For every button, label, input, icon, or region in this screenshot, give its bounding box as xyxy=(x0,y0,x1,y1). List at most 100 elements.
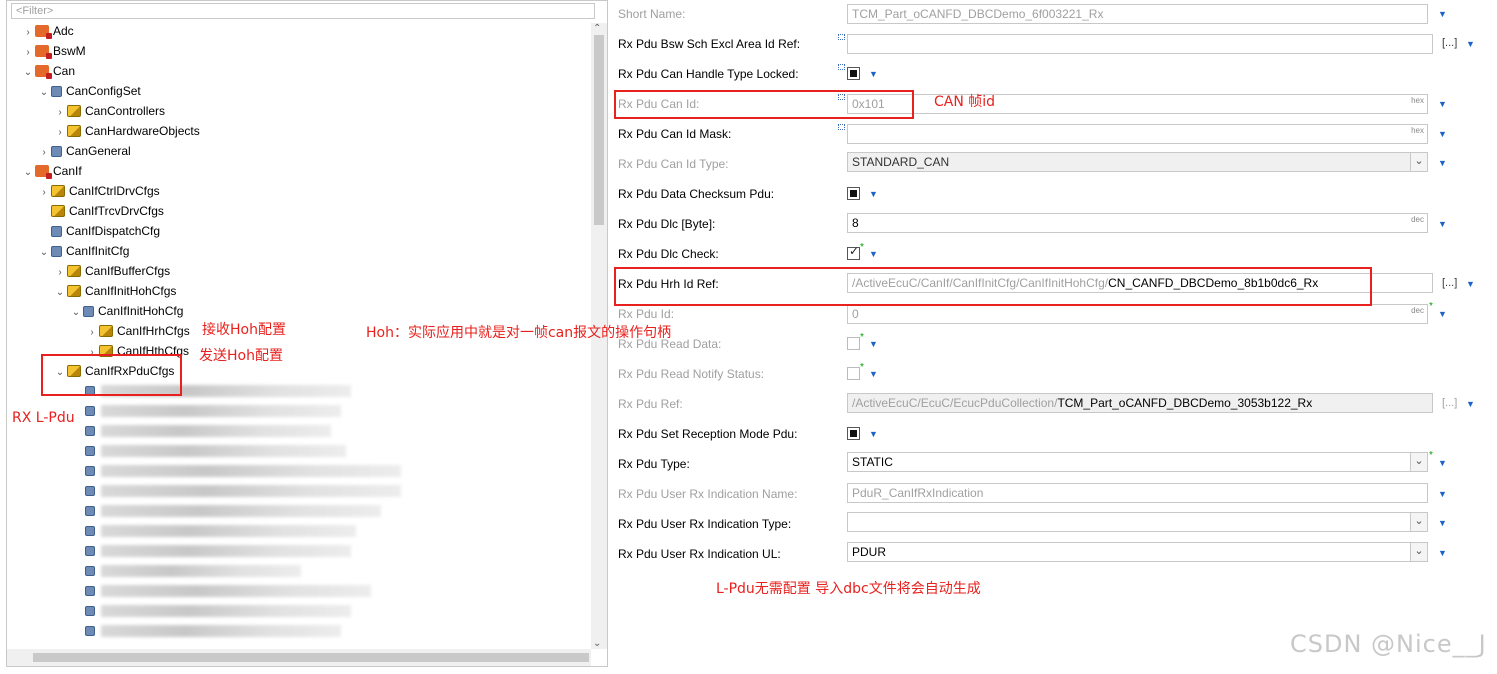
scrollbar-thumb[interactable] xyxy=(594,35,604,225)
browse-button[interactable]: [...] xyxy=(1442,35,1464,53)
prop-label-dlc-check: Rx Pdu Dlc Check: xyxy=(618,247,719,261)
dropdown-arrow-icon[interactable]: ▼ xyxy=(1438,548,1448,558)
tree-item-adc[interactable]: › Adc xyxy=(21,21,74,41)
tree-item-canifhrhcfgs[interactable]: › CanIfHrhCfgs xyxy=(85,321,189,343)
dropdown-arrow-icon[interactable]: ▼ xyxy=(1438,129,1448,139)
tree-item-canifinithohcfg[interactable]: ⌄ CanIfInitHohCfg xyxy=(69,301,184,323)
dropdown-arrow-icon[interactable]: ▼ xyxy=(869,69,879,79)
list-item[interactable] xyxy=(85,625,385,637)
collapse-arrow-icon[interactable]: ⌄ xyxy=(69,303,83,323)
dlc-field[interactable]: 8 dec xyxy=(847,213,1428,233)
browse-button[interactable]: [...] xyxy=(1442,275,1464,293)
tree-item-canhardwareobjects[interactable]: › CanHardwareObjects xyxy=(53,121,199,143)
dropdown-arrow-icon[interactable]: ▼ xyxy=(869,369,879,379)
scrollbar-thumb[interactable] xyxy=(33,653,589,662)
prop-label-pdu-ref: Rx Pdu Ref: xyxy=(618,397,683,411)
can-id-type-select[interactable]: STANDARD_CAN ⌄ xyxy=(847,152,1428,172)
tree-item-can[interactable]: ⌄ Can xyxy=(21,61,75,81)
tree-item-canif[interactable]: ⌄ CanIf xyxy=(21,161,82,181)
tree-item-canifinitcfg[interactable]: ⌄ CanIfInitCfg xyxy=(37,241,130,263)
collapse-arrow-icon[interactable]: ⌄ xyxy=(53,283,67,303)
bsw-sch-ref-field[interactable] xyxy=(847,34,1433,54)
scroll-up-icon[interactable]: ⌃ xyxy=(593,23,601,34)
module-icon xyxy=(35,165,52,179)
expand-arrow-icon[interactable]: › xyxy=(21,23,35,43)
expand-arrow-icon[interactable]: › xyxy=(21,43,35,63)
chevron-down-icon[interactable]: ⌄ xyxy=(1410,153,1427,171)
annotation-lpdu-note: L-Pdu无需配置 导入dbc文件将会自动生成 xyxy=(716,581,981,597)
expand-arrow-icon[interactable]: › xyxy=(85,323,99,343)
user-ind-type-select[interactable]: ⌄ xyxy=(847,512,1428,532)
reference-icon xyxy=(838,34,845,40)
can-id-mask-field[interactable]: hex xyxy=(847,124,1428,144)
dropdown-arrow-icon[interactable]: ▼ xyxy=(1438,458,1448,468)
dropdown-arrow-icon[interactable]: ▼ xyxy=(869,249,879,259)
dropdown-arrow-icon[interactable]: ▼ xyxy=(869,429,879,439)
list-item[interactable] xyxy=(85,425,355,437)
tree-item-cangeneral[interactable]: › CanGeneral xyxy=(37,141,130,163)
dropdown-arrow-icon[interactable]: ▼ xyxy=(869,189,879,199)
browse-button[interactable]: [...] xyxy=(1442,395,1464,413)
collapse-arrow-icon[interactable]: ⌄ xyxy=(37,83,51,103)
collapse-arrow-icon[interactable]: ⌄ xyxy=(37,243,51,263)
list-item[interactable] xyxy=(85,525,365,537)
set-reception-checkbox[interactable] xyxy=(847,427,860,440)
list-item[interactable] xyxy=(85,605,385,617)
dropdown-arrow-icon[interactable]: ▼ xyxy=(1438,9,1448,19)
dropdown-arrow-icon[interactable]: ▼ xyxy=(1466,399,1476,409)
prop-label-user-ind-name: Rx Pdu User Rx Indication Name: xyxy=(618,487,798,501)
chevron-down-icon[interactable]: ⌄ xyxy=(1410,453,1427,471)
tree-filter-input[interactable]: <Filter> xyxy=(11,3,595,19)
dropdown-arrow-icon[interactable]: ▼ xyxy=(869,339,879,349)
list-item[interactable] xyxy=(85,565,365,577)
list-item[interactable] xyxy=(85,445,355,457)
expand-arrow-icon[interactable]: › xyxy=(53,103,67,123)
list-item[interactable] xyxy=(85,545,365,557)
short-name-field[interactable]: TCM_Part_oCANFD_DBCDemo_6f003221_Rx xyxy=(847,4,1428,24)
list-item[interactable] xyxy=(85,465,405,477)
user-ind-ul-select[interactable]: PDUR ⌄ xyxy=(847,542,1428,562)
checksum-checkbox[interactable] xyxy=(847,187,860,200)
tree-item-canifdispatchcfg[interactable]: CanIfDispatchCfg xyxy=(37,221,160,241)
read-notify-checkbox[interactable] xyxy=(847,367,860,380)
pdu-ref-field[interactable]: /ActiveEcuC/EcuC/EcucPduCollection/TCM_P… xyxy=(847,393,1433,413)
pdu-type-select[interactable]: STATIC ⌄ xyxy=(847,452,1428,472)
expand-arrow-icon[interactable]: › xyxy=(37,143,51,163)
prop-label-bsw-sch: Rx Pdu Bsw Sch Excl Area Id Ref: xyxy=(618,37,801,51)
tree-item-canifbuffercfgs[interactable]: › CanIfBufferCfgs xyxy=(53,261,170,281)
collapse-arrow-icon[interactable]: ⌄ xyxy=(21,63,35,83)
read-data-checkbox[interactable] xyxy=(847,337,860,350)
tree-item-canifctrldrvcfgs[interactable]: › CanIfCtrlDrvCfgs xyxy=(37,181,159,203)
dropdown-arrow-icon[interactable]: ▼ xyxy=(1438,158,1448,168)
tree-item-label: CanControllers xyxy=(85,104,166,118)
dropdown-arrow-icon[interactable]: ▼ xyxy=(1466,39,1476,49)
dropdown-arrow-icon[interactable]: ▼ xyxy=(1438,518,1448,528)
tree-item-label: CanIfInitCfg xyxy=(66,244,130,258)
tree-item-bswm[interactable]: › BswM xyxy=(21,41,86,61)
dropdown-arrow-icon[interactable]: ▼ xyxy=(1438,219,1448,229)
list-item[interactable] xyxy=(85,585,385,597)
pdu-id-field[interactable]: 0 dec xyxy=(847,304,1428,324)
tree-item-canconfigset[interactable]: ⌄ CanConfigSet xyxy=(37,81,141,101)
tree-item-cancontrollers[interactable]: › CanControllers xyxy=(53,101,165,121)
list-item[interactable] xyxy=(85,485,405,497)
dlc-check-checkbox[interactable]: ✓ xyxy=(847,244,860,260)
dropdown-arrow-icon[interactable]: ▼ xyxy=(1438,489,1448,499)
dropdown-arrow-icon[interactable]: ▼ xyxy=(1466,279,1476,289)
collapse-arrow-icon[interactable]: ⌄ xyxy=(21,163,35,183)
expand-arrow-icon[interactable]: › xyxy=(53,263,67,283)
handle-locked-checkbox[interactable] xyxy=(847,67,860,80)
expand-arrow-icon[interactable]: › xyxy=(53,123,67,143)
list-item[interactable] xyxy=(85,405,355,417)
chevron-down-icon[interactable]: ⌄ xyxy=(1410,513,1427,531)
tree-item-caniftrcvdrvcfgs[interactable]: CanIfTrcvDrvCfgs xyxy=(37,201,164,221)
scroll-down-icon[interactable]: ⌄ xyxy=(593,638,601,649)
user-ind-name-field[interactable]: PduR_CanIfRxIndication xyxy=(847,483,1428,503)
expand-arrow-icon[interactable]: › xyxy=(37,183,51,203)
list-item[interactable] xyxy=(85,505,385,517)
dropdown-arrow-icon[interactable]: ▼ xyxy=(1438,99,1448,109)
chevron-down-icon[interactable]: ⌄ xyxy=(1410,543,1427,561)
tree-item-canifinithohcfgs[interactable]: ⌄ CanIfInitHohCfgs xyxy=(53,281,177,303)
tree-horizontal-scrollbar[interactable] xyxy=(7,649,591,666)
dropdown-arrow-icon[interactable]: ▼ xyxy=(1438,309,1448,319)
